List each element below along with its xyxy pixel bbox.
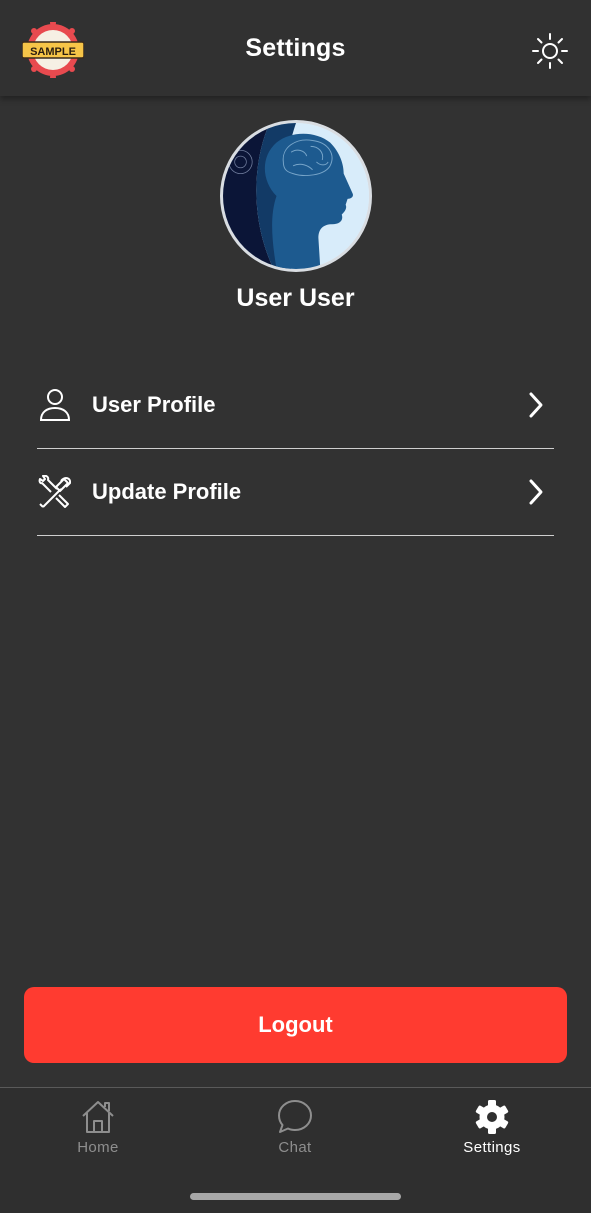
tab-settings[interactable]: Settings	[432, 1098, 552, 1162]
menu-item-user-profile[interactable]: User Profile	[37, 362, 554, 449]
tab-label: Home	[77, 1139, 119, 1156]
chevron-right-icon	[529, 392, 543, 418]
sample-logo: SAMPLE	[22, 22, 84, 78]
logout-button[interactable]: Logout	[24, 987, 567, 1063]
svg-text:SAMPLE: SAMPLE	[30, 46, 76, 58]
tab-home[interactable]: Home	[38, 1098, 158, 1162]
avatar	[220, 120, 372, 272]
tab-label: Chat	[278, 1139, 312, 1156]
user-name: User User	[236, 284, 355, 312]
tools-icon	[37, 474, 73, 510]
sun-icon[interactable]	[530, 31, 570, 71]
user-icon	[37, 387, 73, 423]
menu-item-update-profile[interactable]: Update Profile	[37, 449, 554, 536]
menu-item-label: Update Profile	[92, 479, 242, 504]
settings-menu: User Profile Update Profile	[37, 362, 554, 536]
head-profile-avatar	[223, 123, 369, 269]
tab-label: Settings	[463, 1139, 521, 1156]
app-header: SAMPLE Settings	[0, 0, 591, 96]
chevron-right-icon	[529, 479, 543, 505]
chat-icon	[278, 1100, 312, 1133]
tab-chat[interactable]: Chat	[235, 1098, 355, 1162]
menu-item-label: User Profile	[92, 392, 216, 417]
page-title: Settings	[245, 33, 346, 62]
gear-icon	[475, 1100, 509, 1134]
home-icon	[82, 1101, 114, 1133]
home-indicator	[190, 1193, 401, 1200]
